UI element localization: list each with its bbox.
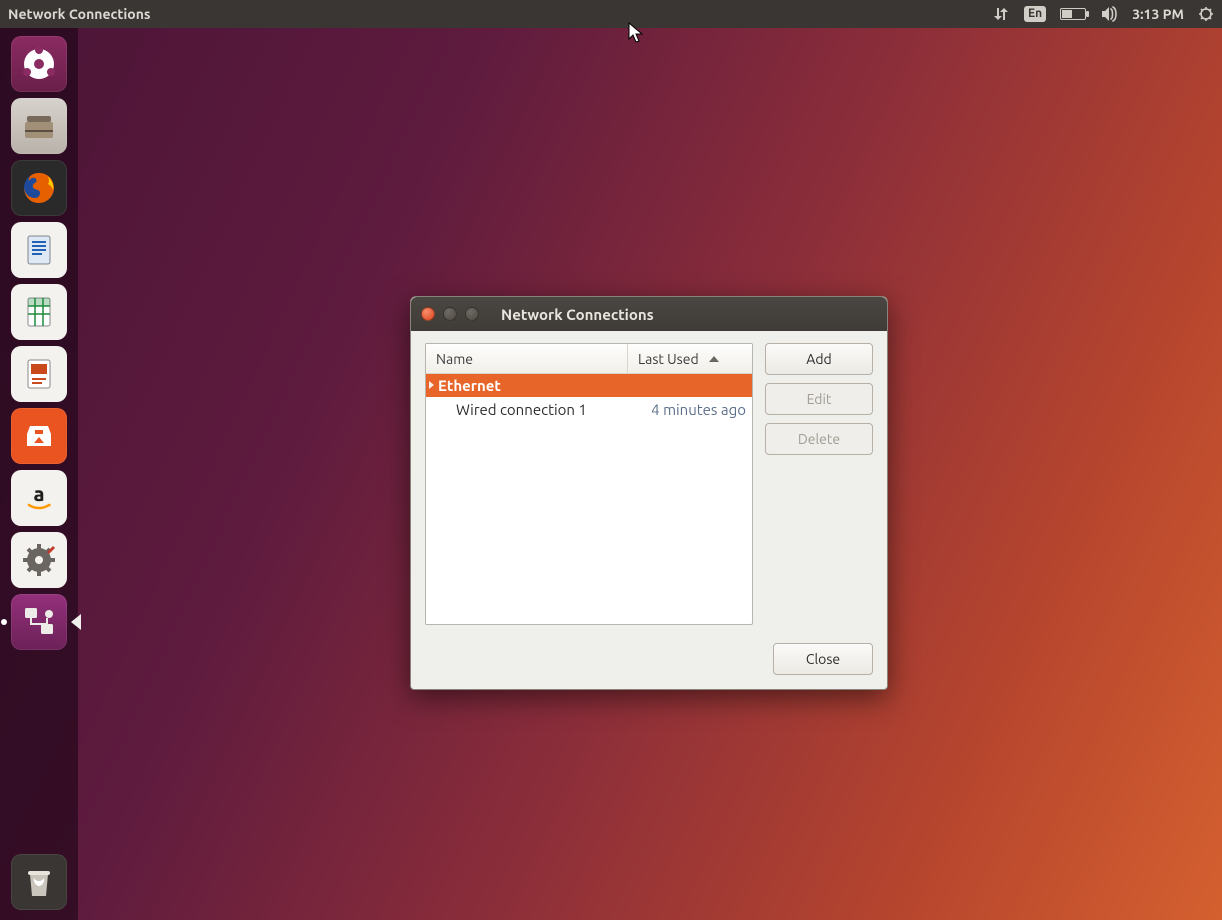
dialog-titlebar[interactable]: Network Connections — [411, 297, 887, 331]
connection-name: Wired connection 1 — [426, 401, 628, 418]
sort-ascending-icon — [709, 356, 719, 362]
keyboard-language-indicator[interactable]: En — [1024, 0, 1046, 28]
column-name[interactable]: Name — [426, 344, 628, 373]
clock-indicator[interactable]: 3:13 PM — [1132, 0, 1184, 28]
sound-indicator-icon[interactable] — [1100, 0, 1118, 28]
ubuntu-software-icon[interactable] — [11, 408, 67, 464]
indicator-area: En 3:13 PM — [992, 0, 1214, 28]
clock-time: 3:13 PM — [1132, 6, 1184, 22]
window-maximize-icon[interactable] — [465, 307, 479, 321]
connections-list[interactable]: Name Last Used Ethernet Wired connection… — [425, 343, 753, 625]
top-panel: Network Connections En 3:13 PM — [0, 0, 1222, 28]
window-minimize-icon[interactable] — [443, 307, 457, 321]
connection-row[interactable]: Wired connection 1 4 minutes ago — [426, 397, 752, 422]
close-button[interactable]: Close — [773, 643, 873, 675]
connection-last-used: 4 minutes ago — [628, 401, 752, 418]
edit-button[interactable]: Edit — [765, 383, 873, 415]
trash-icon[interactable] — [11, 854, 67, 910]
delete-button[interactable]: Delete — [765, 423, 873, 455]
network-connections-icon[interactable] — [11, 594, 67, 650]
libreoffice-impress-icon[interactable] — [11, 346, 67, 402]
expand-arrow-icon — [429, 381, 434, 389]
files-icon[interactable] — [11, 98, 67, 154]
system-settings-icon[interactable] — [11, 532, 67, 588]
libreoffice-calc-icon[interactable] — [11, 284, 67, 340]
libreoffice-writer-icon[interactable] — [11, 222, 67, 278]
active-window-title: Network Connections — [8, 6, 151, 22]
add-button[interactable]: Add — [765, 343, 873, 375]
network-indicator-icon[interactable] — [992, 0, 1010, 28]
connection-group-ethernet[interactable]: Ethernet — [426, 374, 752, 397]
firefox-icon[interactable] — [11, 160, 67, 216]
battery-indicator-icon[interactable] — [1060, 0, 1086, 28]
window-close-icon[interactable] — [421, 307, 435, 321]
amazon-icon[interactable]: a — [11, 470, 67, 526]
dialog-title: Network Connections — [501, 306, 654, 323]
mouse-cursor-icon — [628, 22, 644, 48]
network-connections-dialog: Network Connections Name Last Used Ether… — [410, 296, 888, 690]
column-last-used[interactable]: Last Used — [628, 344, 752, 373]
session-indicator-icon[interactable] — [1198, 0, 1214, 28]
dash-home-icon[interactable] — [11, 36, 67, 92]
list-header: Name Last Used — [426, 344, 752, 374]
unity-launcher: a — [0, 28, 78, 920]
svg-text:a: a — [33, 482, 44, 505]
